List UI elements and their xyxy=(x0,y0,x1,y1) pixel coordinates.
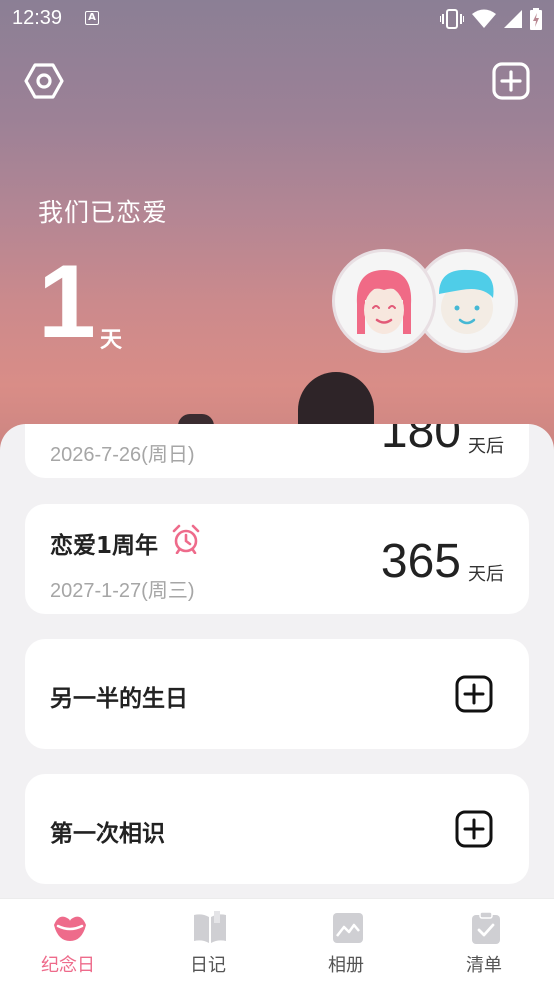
first-meet-card[interactable]: 第一次相识 xyxy=(25,774,529,884)
girl-avatar[interactable] xyxy=(332,249,436,353)
card-date: 2026-7-26(周日) xyxy=(50,444,195,466)
wifi-icon xyxy=(472,9,496,28)
vibrate-icon xyxy=(440,9,464,29)
days-unit: 天 xyxy=(100,328,123,353)
add-anniversary-button[interactable] xyxy=(492,62,530,100)
add-birthday-icon[interactable] xyxy=(455,675,493,713)
tab-diary[interactable]: 日记 xyxy=(148,899,268,984)
bottom-tab-bar: 纪念日 日记 相册 清单 xyxy=(0,898,554,984)
settings-button[interactable] xyxy=(24,61,64,101)
anniversary-list[interactable]: 2026-7-26(周日) 180 天后 恋爱1周年 2027-1-27(周三)… xyxy=(0,424,554,899)
status-bar: 12:39 A xyxy=(0,0,554,38)
tab-label: 清单 xyxy=(466,955,502,976)
alarm-clock-icon xyxy=(172,524,200,554)
boy-avatar-icon xyxy=(439,269,494,334)
tab-anniversary[interactable]: 纪念日 xyxy=(8,899,128,984)
tab-album[interactable]: 相册 xyxy=(286,899,406,984)
card-days-count: 180 xyxy=(380,424,461,458)
book-icon xyxy=(194,911,226,943)
card-title: 第一次相识 xyxy=(50,821,165,847)
card-days-unit: 天后 xyxy=(468,436,504,457)
status-icons xyxy=(440,8,542,30)
notification-icon: A xyxy=(85,11,99,25)
hero-subtitle: 我们已恋爱 xyxy=(38,198,169,227)
signal-icon xyxy=(504,10,522,28)
card-date: 2027-1-27(周三) xyxy=(50,580,195,602)
anniversary-card-partial[interactable]: 2026-7-26(周日) 180 天后 xyxy=(25,424,529,478)
plus-square-icon xyxy=(492,62,530,100)
status-time: 12:39 xyxy=(12,7,63,29)
card-title: 另一半的生日 xyxy=(50,686,188,712)
card-title: 恋爱1周年 xyxy=(50,533,159,559)
photo-icon xyxy=(333,913,363,943)
tab-label: 日记 xyxy=(190,955,226,976)
card-days-count: 365 xyxy=(380,535,461,588)
card-days-unit: 天后 xyxy=(468,564,504,585)
anniversary-card-1-year[interactable]: 恋爱1周年 2027-1-27(周三) 365 天后 xyxy=(25,504,529,614)
tab-checklist[interactable]: 清单 xyxy=(424,899,544,984)
checklist-icon xyxy=(472,911,500,944)
lips-icon xyxy=(54,916,86,941)
tab-label: 相册 xyxy=(328,955,364,976)
days-count: 1 xyxy=(38,244,96,360)
battery-icon xyxy=(530,8,542,30)
hexagon-gear-icon xyxy=(24,63,64,99)
tab-label: 纪念日 xyxy=(41,955,95,976)
partner-birthday-card[interactable]: 另一半的生日 xyxy=(25,639,529,749)
add-first-meet-icon[interactable] xyxy=(455,810,493,848)
girl-avatar-icon xyxy=(356,270,412,334)
hero-background xyxy=(0,0,554,470)
